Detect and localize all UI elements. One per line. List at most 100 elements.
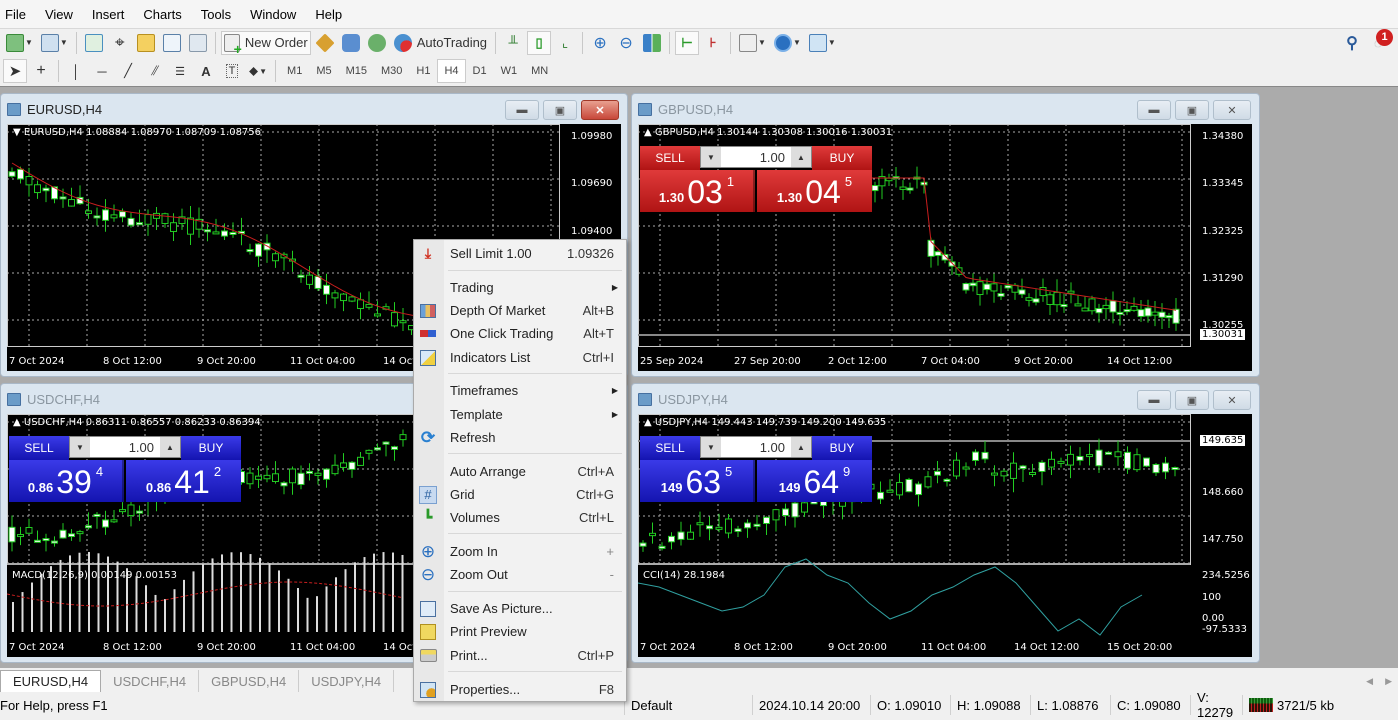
menu-insert[interactable]: Insert — [87, 7, 133, 22]
maximize-button[interactable]: ▣ — [1175, 390, 1209, 410]
cursor-tool[interactable]: ➤ — [3, 59, 27, 83]
indicators-button[interactable]: ▼ — [736, 31, 769, 55]
ask-price-button[interactable]: 0.86 41 2 — [126, 460, 241, 502]
maximize-button[interactable]: ▣ — [543, 100, 577, 120]
menu-item-grid[interactable]: # Grid Ctrl+G — [414, 483, 626, 506]
autoscroll-button[interactable]: ⊢ — [675, 30, 700, 55]
minimize-button[interactable]: ▬ — [1137, 390, 1171, 410]
lot-decrease-button[interactable]: ▼ — [701, 437, 721, 457]
navigator-button[interactable] — [134, 31, 158, 55]
price-chart[interactable]: ▲ USDJPY,H4 149.443 149.739 149.200 149.… — [638, 414, 1252, 657]
text-tool[interactable]: A — [194, 59, 218, 83]
menu-item-trading[interactable]: Trading ▶ — [414, 276, 626, 299]
menu-item-zoom-in[interactable]: ⊕ Zoom In + — [414, 540, 626, 563]
timeframe-m15[interactable]: M15 — [339, 59, 374, 83]
bar-chart-button[interactable]: ╨ — [501, 31, 525, 55]
lot-increase-button[interactable]: ▲ — [160, 437, 180, 457]
menu-item-indicators-list[interactable]: Indicators List Ctrl+I — [414, 346, 626, 369]
connection-status[interactable]: 3721/5 kb — [1242, 695, 1352, 715]
menu-item-save-as-picture[interactable]: Save As Picture... — [414, 597, 626, 620]
ask-price-button[interactable]: 1.30 04 5 — [757, 170, 872, 212]
menu-item-print[interactable]: Print... Ctrl+P — [414, 644, 626, 667]
tab-usdchf[interactable]: USDCHF,H4 — [101, 670, 200, 692]
vertical-line-tool[interactable]: │ — [64, 59, 88, 83]
autotrading-button[interactable]: AutoTrading — [391, 31, 490, 55]
close-button[interactable]: ✕ — [1213, 390, 1251, 410]
timeframe-w1[interactable]: W1 — [494, 59, 525, 83]
market-watch-button[interactable] — [82, 31, 106, 55]
equidistant-channel-tool[interactable]: ⫽ — [142, 59, 166, 83]
zoom-out-button[interactable]: ⊖ — [614, 31, 638, 55]
lot-size-input[interactable]: ▼ 1.00 ▲ — [700, 436, 812, 458]
profiles-button[interactable]: ▼ — [38, 31, 71, 55]
sell-button[interactable]: SELL — [640, 436, 700, 460]
metaeditor-button[interactable] — [313, 31, 337, 55]
chart-window-usdjpy[interactable]: USDJPY,H4 ▬ ▣ ✕ ▲ USDJPY,H4 149.443 149.… — [631, 383, 1260, 663]
menu-charts[interactable]: Charts — [138, 7, 189, 22]
menu-item-sell-limit[interactable]: ⤓ Sell Limit 1.00 1.09326 — [414, 242, 626, 265]
lot-size-input[interactable]: ▼ 1.00 ▲ — [700, 146, 812, 168]
lot-value[interactable]: 1.00 — [721, 150, 791, 165]
minimize-button[interactable]: ▬ — [1137, 100, 1171, 120]
menu-item-auto-arrange[interactable]: Auto Arrange Ctrl+A — [414, 460, 626, 483]
menu-item-template[interactable]: Template ▶ — [414, 403, 626, 426]
menu-window[interactable]: Window — [245, 7, 304, 22]
lot-decrease-button[interactable]: ▼ — [701, 147, 721, 167]
new-chart-button[interactable]: ▼ — [3, 31, 36, 55]
lot-size-input[interactable]: ▼ 1.00 ▲ — [69, 436, 181, 458]
candlestick-button[interactable]: ▯ — [527, 30, 552, 55]
community-button[interactable] — [339, 31, 363, 55]
notifications-button[interactable]: ◌1 — [1366, 28, 1393, 55]
menu-view[interactable]: View — [40, 7, 81, 22]
periods-button[interactable]: ▼ — [771, 31, 804, 55]
zoom-in-button[interactable]: ⊕ — [588, 31, 612, 55]
templates-button[interactable]: ▼ — [806, 31, 839, 55]
ask-price-button[interactable]: 149 64 9 — [757, 460, 872, 502]
menu-item-volumes[interactable]: ┗ Volumes Ctrl+L — [414, 506, 626, 529]
timeframe-m1[interactable]: M1 — [280, 59, 309, 83]
timeframe-h1[interactable]: H1 — [409, 59, 437, 83]
lot-value[interactable]: 1.00 — [90, 440, 160, 455]
menu-item-zoom-out[interactable]: ⊖ Zoom Out - — [414, 563, 626, 586]
text-label-tool[interactable]: T — [220, 59, 244, 83]
bid-price-button[interactable]: 0.86 39 4 — [9, 460, 124, 502]
timeframe-d1[interactable]: D1 — [466, 59, 494, 83]
new-order-button[interactable]: + New Order — [220, 30, 311, 56]
sell-button[interactable]: SELL — [640, 146, 700, 170]
tab-gbpusd[interactable]: GBPUSD,H4 — [199, 670, 300, 692]
price-chart[interactable]: ▲ GBPUSD,H4 1.30144 1.30308 1.30016 1.30… — [638, 124, 1252, 371]
sell-button[interactable]: SELL — [9, 436, 69, 460]
menu-item-print-preview[interactable]: Print Preview — [414, 620, 626, 643]
strategy-tester-button[interactable] — [186, 31, 210, 55]
buy-button[interactable]: BUY — [812, 436, 872, 460]
close-button[interactable]: ✕ — [1213, 100, 1251, 120]
menu-item-depth-of-market[interactable]: Depth Of Market Alt+B — [414, 299, 626, 322]
buy-button[interactable]: BUY — [181, 436, 241, 460]
menu-item-properties[interactable]: Properties... F8 — [414, 678, 626, 701]
signals-button[interactable] — [365, 31, 389, 55]
buy-button[interactable]: BUY — [812, 146, 872, 170]
crosshair-tool[interactable]: + — [29, 59, 53, 83]
menu-item-refresh[interactable]: ⟳ Refresh — [414, 426, 626, 449]
tab-scroll-right-button[interactable]: ▶ — [1379, 670, 1398, 692]
arrows-tool[interactable]: ⬥ ▼ — [246, 59, 270, 83]
line-chart-button[interactable]: ⌞ — [553, 31, 577, 55]
timeframe-mn[interactable]: MN — [524, 59, 555, 83]
tile-windows-button[interactable] — [640, 31, 664, 55]
bid-price-button[interactable]: 1.30 03 1 — [640, 170, 755, 212]
chart-shift-button[interactable]: ⊦ — [701, 31, 725, 55]
chart-window-gbpusd[interactable]: GBPUSD,H4 ▬ ▣ ✕ ▲ GBPUSD,H4 1.30144 1.30… — [631, 93, 1260, 377]
terminal-button[interactable] — [160, 31, 184, 55]
menu-item-one-click-trading[interactable]: One Click Trading Alt+T — [414, 322, 626, 345]
close-button[interactable]: ✕ — [581, 100, 619, 120]
timeframe-m5[interactable]: M5 — [309, 59, 338, 83]
lot-increase-button[interactable]: ▲ — [791, 437, 811, 457]
tab-scroll-left-button[interactable]: ◀ — [1360, 670, 1379, 692]
trendline-tool[interactable]: ╱ — [116, 59, 140, 83]
menu-help[interactable]: Help — [310, 7, 350, 22]
timeframe-m30[interactable]: M30 — [374, 59, 409, 83]
fibonacci-tool[interactable]: ☰ — [168, 59, 192, 83]
lot-increase-button[interactable]: ▲ — [791, 147, 811, 167]
maximize-button[interactable]: ▣ — [1175, 100, 1209, 120]
menu-file[interactable]: File — [0, 7, 34, 22]
